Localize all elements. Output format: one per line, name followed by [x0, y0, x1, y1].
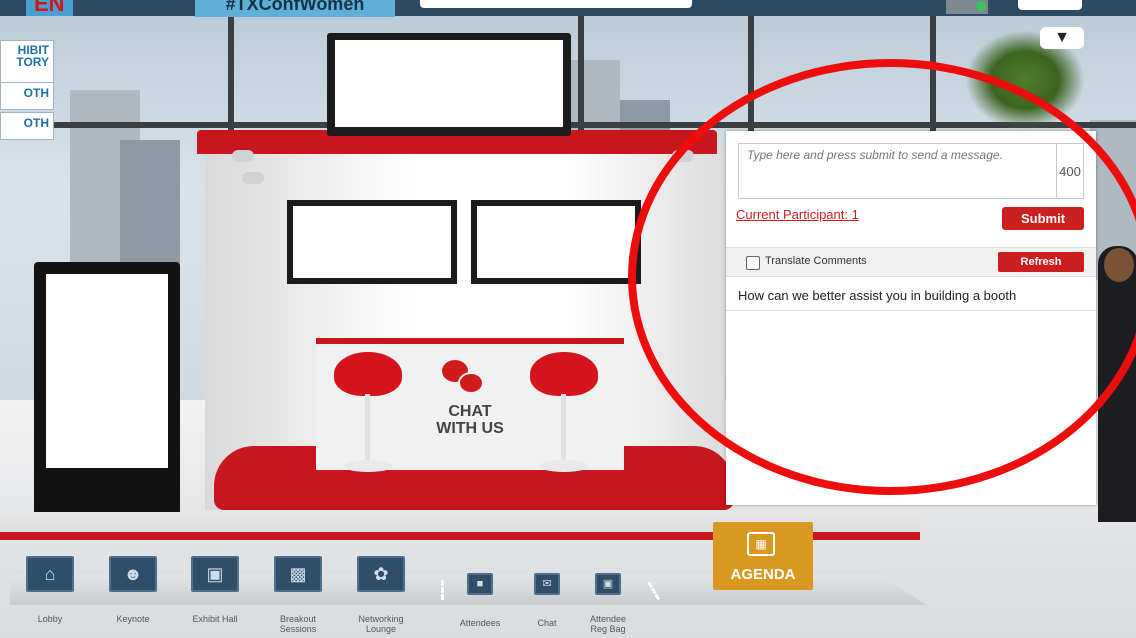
nav-label-keynote[interactable]: Keynote: [103, 614, 163, 624]
left-nav-label: HIBIT TORY: [16, 43, 49, 69]
lobby-icon[interactable]: ⌂: [26, 556, 74, 592]
refresh-button[interactable]: Refresh: [998, 252, 1084, 272]
calendar-icon: ▦: [747, 532, 775, 556]
nav-label-networking-lounge[interactable]: Networking Lounge: [346, 614, 416, 634]
nav-label-lobby[interactable]: Lobby: [20, 614, 80, 624]
chat-bubbles-icon[interactable]: [458, 372, 484, 394]
virtual-booth-scene: EN #TXConfWomen HIBIT TORY OTH OTH ▼ CHAT…: [0, 0, 1136, 638]
bar-stool-base: [343, 460, 393, 472]
chat-label-line1: CHAT: [448, 403, 492, 420]
attendee-figure: [1098, 246, 1136, 522]
bar-stool: [334, 352, 402, 396]
agenda-button[interactable]: ▦ AGENDA: [713, 522, 813, 590]
kiosk-display[interactable]: [34, 262, 180, 520]
nav-label-chat[interactable]: Chat: [527, 618, 567, 628]
left-nav-booth[interactable]: OTH: [0, 112, 54, 140]
attendee-figure-head: [1104, 248, 1134, 282]
left-nav-exhibit-directory[interactable]: HIBIT TORY: [0, 40, 54, 86]
bar-stool-pole: [561, 394, 566, 464]
booth-screen-left[interactable]: [287, 200, 457, 284]
top-search-input[interactable]: [420, 0, 692, 8]
message-input[interactable]: [738, 143, 1056, 199]
exhibit-hall-icon[interactable]: ▣: [191, 556, 239, 592]
booth-screen-right[interactable]: [471, 200, 641, 284]
window-frame: [930, 16, 936, 136]
status-indicator-icon[interactable]: [946, 0, 988, 14]
nav-label-reg-bag[interactable]: Attendee Reg Bag: [580, 614, 636, 634]
window-frame: [228, 16, 234, 136]
top-menu-button[interactable]: [1018, 0, 1082, 10]
char-counter: 400: [1056, 143, 1084, 199]
nav-label-attendees[interactable]: Attendees: [450, 618, 510, 628]
nav-label-exhibit-hall[interactable]: Exhibit Hall: [180, 614, 250, 624]
bar-stool-pole: [365, 394, 370, 464]
event-hashtag: #TXConfWomen: [195, 0, 395, 17]
spotlight-icon: [242, 172, 264, 184]
trophy-icon[interactable]: ▼: [1040, 27, 1084, 49]
window-frame: [748, 16, 754, 136]
nav-divider: [441, 580, 447, 600]
submit-button[interactable]: Submit: [1002, 207, 1084, 230]
bar-stool-base: [539, 460, 589, 472]
nav-label-breakout-sessions[interactable]: Breakout Sessions: [263, 614, 333, 634]
chat-panel: 400 Current Participant: 1 Submit Transl…: [726, 131, 1096, 505]
current-participants-link[interactable]: Current Participant: 1: [736, 207, 859, 222]
spotlight-icon: [672, 150, 694, 162]
window-frame: [578, 16, 584, 136]
reg-bag-icon[interactable]: ▣: [595, 573, 621, 595]
bar-stool: [530, 352, 598, 396]
booth-top-monitor[interactable]: [327, 33, 571, 136]
chat-label-line2: WITH US: [436, 420, 504, 437]
chat-toolbar: Translate Comments Refresh: [726, 247, 1096, 277]
chat-with-us-label[interactable]: CHAT WITH US: [400, 403, 540, 437]
chat-comment: How can we better assist you in building…: [726, 277, 1096, 311]
chat-icon[interactable]: ✉: [534, 573, 560, 595]
attendees-icon[interactable]: ■: [467, 573, 493, 595]
left-nav-label: OTH: [23, 116, 49, 130]
event-logo[interactable]: EN: [26, 0, 73, 16]
translate-comments-label[interactable]: Translate Comments: [765, 255, 867, 267]
agenda-label: AGENDA: [730, 566, 796, 583]
left-nav-booth[interactable]: OTH: [0, 82, 54, 110]
spotlight-icon: [232, 150, 254, 162]
left-nav-label: OTH: [23, 86, 49, 100]
translate-checkbox[interactable]: [746, 256, 760, 270]
keynote-icon[interactable]: ☻: [109, 556, 157, 592]
networking-lounge-icon[interactable]: ✿: [357, 556, 405, 592]
breakout-sessions-icon[interactable]: ▩: [274, 556, 322, 592]
